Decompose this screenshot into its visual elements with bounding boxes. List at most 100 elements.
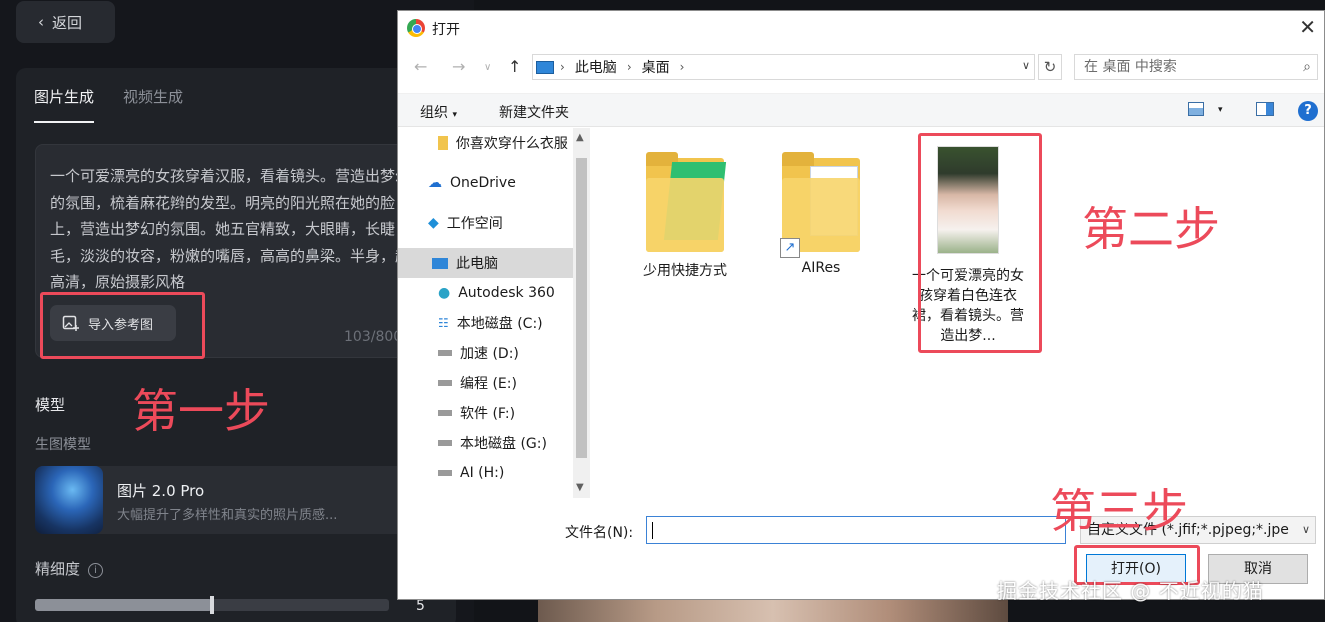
close-icon[interactable]: ✕ xyxy=(1299,15,1316,39)
organize-label: 组织 xyxy=(420,105,448,121)
back-arrow-icon[interactable]: ← xyxy=(414,57,427,76)
computer-icon xyxy=(536,60,554,74)
model-subtitle: 生图模型 xyxy=(35,437,91,453)
nav-item-label: 你喜欢穿什么衣服 xyxy=(455,136,568,152)
nav-item-drive-g[interactable]: 本地磁盘 (G:) xyxy=(398,428,573,458)
organize-menu[interactable]: 组织 ▾ xyxy=(420,102,457,122)
refresh-button[interactable]: ↻ xyxy=(1038,54,1062,80)
preview-pane-icon[interactable] xyxy=(1256,102,1274,116)
detail-label: 精细度 xyxy=(35,560,81,578)
navigation-pane: 你喜欢穿什么衣服 ☁ OneDrive ◆ 工作空间 此电脑 ● Autodes… xyxy=(398,128,590,498)
tab-video-generation[interactable]: 视频生成 xyxy=(123,86,183,123)
step3-annotation: 第三步 xyxy=(1050,484,1188,538)
chevron-right-icon: › xyxy=(626,60,632,74)
folder-icon xyxy=(438,136,448,150)
nav-item-label: 本地磁盘 (G:) xyxy=(460,436,547,452)
model-section-title: 模型 xyxy=(35,396,66,414)
nav-item-drive-h[interactable]: AI (H:) xyxy=(398,458,573,488)
folder-icon: ↗ xyxy=(780,152,860,258)
detail-label-row: 精细度 i xyxy=(35,558,104,579)
filename-label: 文件名(N): xyxy=(565,525,634,541)
view-mode-icon[interactable] xyxy=(1188,102,1204,116)
file-item-folder-shortcut[interactable]: ↗ AIRes xyxy=(766,152,876,276)
filename-input[interactable] xyxy=(646,516,1066,544)
nav-item-drive-f[interactable]: 软件 (F:) xyxy=(398,398,573,428)
breadcrumb-this-pc[interactable]: 此电脑 xyxy=(575,57,617,77)
file-item-folder[interactable]: 少用快捷方式 xyxy=(630,152,740,280)
windows-drive-icon: ☷ xyxy=(438,316,449,330)
info-icon[interactable]: i xyxy=(88,563,104,578)
char-count: 103/800 xyxy=(344,329,403,345)
nav-item-label: 加速 (D:) xyxy=(460,346,519,362)
nav-item-drive-c[interactable]: ☷ 本地磁盘 (C:) xyxy=(398,308,573,338)
dialog-title: 打开 xyxy=(432,22,460,38)
detail-slider-handle[interactable] xyxy=(210,596,214,614)
autodesk-icon: ● xyxy=(438,285,451,301)
nav-item-drive-e[interactable]: 编程 (E:) xyxy=(398,368,573,398)
recent-dropdown-icon[interactable]: ∨ xyxy=(484,62,491,73)
drive-icon xyxy=(438,470,452,476)
navigation-bar: ← → ∨ ↑ › 此电脑 › 桌面 › ∨ ↻ 在 桌面 中搜索 ⌕ xyxy=(398,51,1324,85)
nav-item-workspace[interactable]: ◆ 工作空间 xyxy=(398,208,573,238)
detail-slider[interactable] xyxy=(35,596,389,614)
prompt-text: 一个可爱漂亮的女孩穿着汉服，看着镜头。营造出梦幻的氛围，梳着麻花辫的发型。明亮的… xyxy=(50,167,410,291)
preview-image-peek xyxy=(538,598,1008,622)
detail-slider-fill xyxy=(35,599,212,611)
file-item-label: AIRes xyxy=(801,260,841,276)
folder-icon xyxy=(646,152,727,252)
nav-item-label: Autodesk 360 xyxy=(458,285,555,301)
chrome-icon xyxy=(407,19,425,37)
cloud-icon: ☁ xyxy=(428,175,442,191)
step1-annotation: 第一步 xyxy=(132,384,270,438)
detail-value: 5 xyxy=(416,598,425,614)
scrollbar-thumb[interactable] xyxy=(576,158,587,458)
nav-item-label: OneDrive xyxy=(450,175,516,191)
nav-item-label: 工作空间 xyxy=(446,216,503,232)
address-bar[interactable]: › 此电脑 › 桌面 › ∨ xyxy=(532,54,1035,80)
nav-pane-scrollbar[interactable]: ▲ ▼ xyxy=(573,128,590,498)
tab-image-generation[interactable]: 图片生成 xyxy=(34,86,95,123)
caret-down-icon[interactable]: ▾ xyxy=(1218,105,1223,115)
back-button[interactable]: ‹ 返回 xyxy=(16,1,115,43)
text-caret xyxy=(652,522,653,539)
dialog-toolbar: 组织 ▾ 新建文件夹 ▾ ? xyxy=(398,93,1324,127)
drive-icon xyxy=(438,350,452,356)
nav-item-label: 软件 (F:) xyxy=(460,406,516,422)
chevron-down-icon[interactable]: ∨ xyxy=(1022,59,1030,72)
computer-icon xyxy=(432,257,448,269)
step2-annotation: 第二步 xyxy=(1082,202,1220,256)
help-icon[interactable]: ? xyxy=(1298,101,1318,121)
nav-item-drive-d[interactable]: 加速 (D:) xyxy=(398,338,573,368)
scroll-down-icon[interactable]: ▼ xyxy=(576,482,584,493)
nav-item-label: 此电脑 xyxy=(456,256,498,272)
nav-item-onedrive[interactable]: ☁ OneDrive xyxy=(398,168,573,198)
model-selector[interactable]: 图片 2.0 Pro 大幅提升了多样性和真实的照片质感... xyxy=(35,466,415,534)
model-name: 图片 2.0 Pro xyxy=(117,482,205,500)
watermark: 掘金技术社区 @ 不近视的猫 xyxy=(997,579,1264,603)
chevron-down-icon: ∨ xyxy=(1301,523,1310,536)
caret-down-icon: ▾ xyxy=(452,110,457,120)
search-input[interactable]: 在 桌面 中搜索 ⌕ xyxy=(1074,54,1318,80)
nav-item-label: 编程 (E:) xyxy=(460,376,517,392)
new-folder-button[interactable]: 新建文件夹 xyxy=(499,102,569,122)
up-arrow-icon[interactable]: ↑ xyxy=(508,57,521,76)
drive-icon xyxy=(438,380,452,386)
nav-item-autodesk[interactable]: ● Autodesk 360 xyxy=(398,278,573,308)
drive-icon xyxy=(438,410,452,416)
model-thumbnail xyxy=(35,466,103,534)
nav-item-label: AI (H:) xyxy=(460,465,505,481)
shortcut-arrow-icon: ↗ xyxy=(780,238,800,258)
chevron-right-icon: › xyxy=(679,60,685,74)
back-label: 返回 xyxy=(52,13,83,32)
nav-item-fav-folder[interactable]: 你喜欢穿什么衣服 xyxy=(398,128,573,158)
scroll-up-icon[interactable]: ▲ xyxy=(576,132,584,143)
breadcrumb-desktop[interactable]: 桌面 xyxy=(642,57,670,77)
search-placeholder: 在 桌面 中搜索 xyxy=(1084,59,1177,75)
search-icon: ⌕ xyxy=(1303,59,1311,75)
dialog-title-bar: 打开 ✕ xyxy=(398,11,1324,45)
workspace-icon: ◆ xyxy=(428,215,439,231)
nav-item-this-pc[interactable]: 此电脑 xyxy=(398,248,573,278)
chevron-right-icon: › xyxy=(560,60,565,74)
model-description: 大幅提升了多样性和真实的照片质感... xyxy=(117,508,338,523)
forward-arrow-icon[interactable]: → xyxy=(452,57,465,76)
